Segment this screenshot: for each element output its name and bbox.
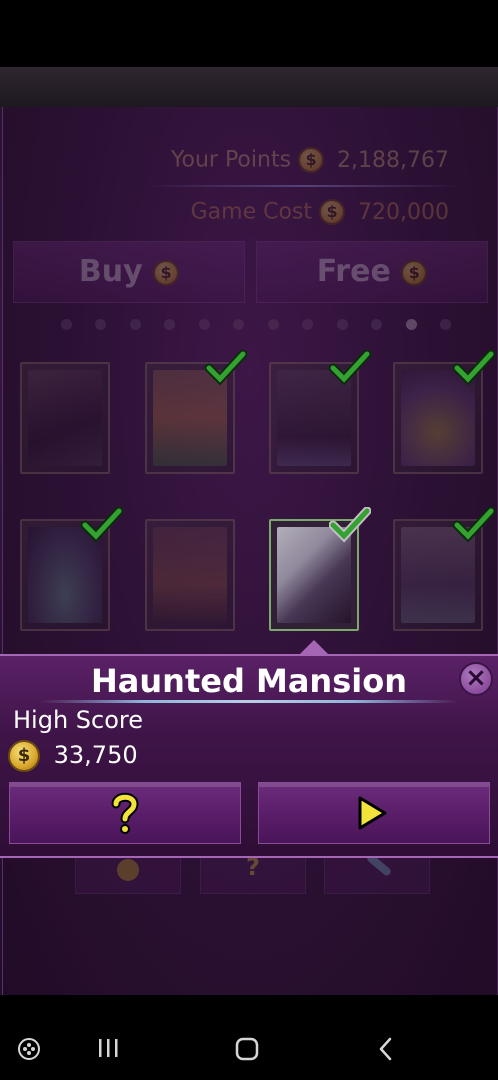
title-divider	[40, 700, 458, 703]
page-dot[interactable]	[164, 319, 176, 330]
popup-pointer	[300, 640, 328, 654]
page-dot[interactable]	[233, 319, 245, 330]
medal-icon	[117, 859, 139, 881]
free-button[interactable]: Free $	[256, 241, 488, 303]
home-icon[interactable]	[235, 1037, 259, 1061]
completed-check-icon	[453, 507, 495, 543]
game-cost-value: 720,000	[358, 199, 449, 225]
high-score-value: 33,750	[53, 741, 138, 769]
page-dot[interactable]	[129, 319, 141, 330]
coin-icon: $	[401, 259, 428, 286]
completed-check-icon	[81, 507, 123, 543]
status-bar	[0, 0, 498, 67]
page-dot[interactable]	[439, 319, 451, 330]
coin-icon: $	[319, 199, 346, 225]
coin-icon: $	[153, 259, 180, 286]
your-points-value: 2,188,767	[337, 147, 449, 173]
game-screen: Your Points $ 2,188,767 Game Cost $ 720,…	[0, 107, 498, 995]
coin-icon: $	[8, 740, 40, 772]
your-points-row: Your Points $ 2,188,767	[171, 147, 449, 173]
completed-check-icon	[205, 350, 247, 386]
page-indicator	[61, 319, 451, 333]
play-icon	[358, 796, 387, 830]
high-score-row: $ 33,750	[8, 740, 138, 772]
page-dot[interactable]	[198, 319, 210, 330]
high-score-label: High Score	[13, 706, 144, 734]
close-icon[interactable]: ×	[459, 662, 493, 696]
question-icon	[111, 792, 139, 834]
page-dot[interactable]	[61, 319, 72, 330]
your-points-label: Your Points	[170, 147, 292, 173]
completed-check-icon	[329, 350, 371, 386]
table-title: Haunted Mansion	[91, 662, 407, 700]
page-dot[interactable]	[336, 319, 348, 330]
page-dot[interactable]	[267, 319, 279, 330]
buy-button[interactable]: Buy $	[13, 241, 245, 303]
table-art	[153, 527, 227, 623]
help-button[interactable]	[9, 782, 241, 844]
help-button-background[interactable]: ?	[200, 852, 306, 894]
coin-icon: $	[298, 147, 325, 173]
table-select-panel: Your Points $ 2,188,767 Game Cost $ 720,…	[2, 107, 498, 995]
table-art	[28, 370, 102, 466]
wrench-button[interactable]	[324, 852, 430, 894]
game-controller-icon[interactable]	[17, 1037, 41, 1061]
completed-check-icon	[453, 350, 495, 386]
buy-label: Buy	[78, 254, 143, 289]
back-icon[interactable]	[378, 1037, 394, 1061]
free-label: Free	[316, 254, 391, 289]
medal-button[interactable]	[75, 852, 181, 894]
completed-check-icon	[329, 507, 371, 543]
android-nav-bar	[0, 995, 498, 1080]
page-dot[interactable]	[302, 319, 314, 330]
table-info-popup: Haunted Mansion × High Score $ 33,750	[0, 654, 498, 858]
page-dot[interactable]	[405, 319, 417, 330]
top-bar	[0, 67, 498, 107]
table-tile-1[interactable]	[20, 362, 110, 474]
page-dot[interactable]	[371, 319, 383, 330]
game-cost-row: Game Cost $ 720,000	[191, 199, 449, 225]
game-cost-label: Game Cost	[190, 199, 313, 225]
play-button[interactable]	[258, 782, 490, 844]
recent-apps-icon[interactable]	[97, 1038, 119, 1058]
page-dot[interactable]	[95, 319, 107, 330]
table-tile-6[interactable]	[145, 519, 235, 631]
divider	[143, 185, 463, 187]
